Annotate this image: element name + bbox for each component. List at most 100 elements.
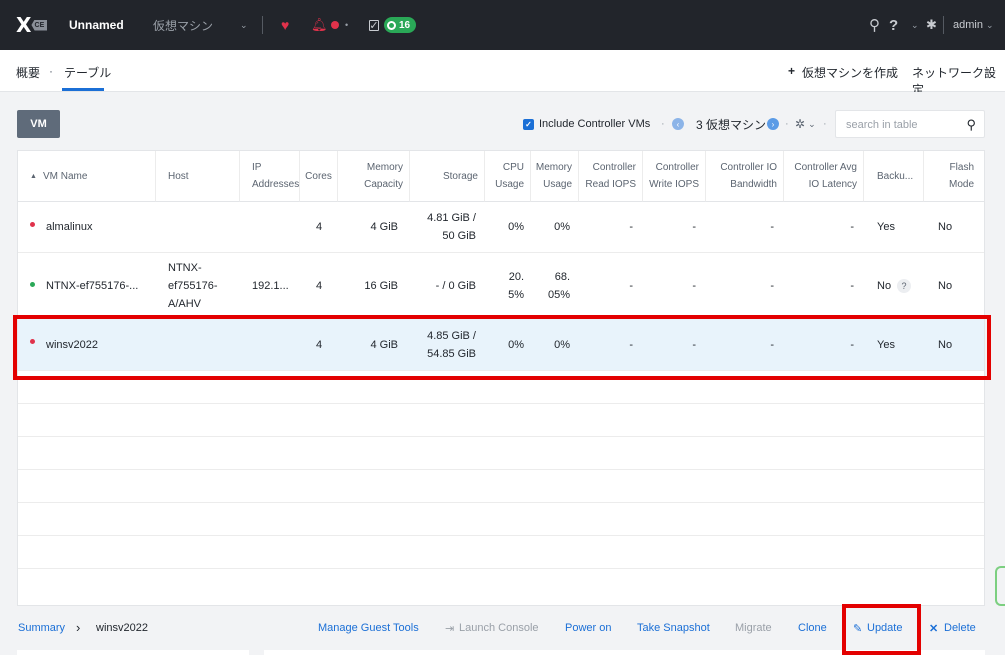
user-menu[interactable]: admin bbox=[953, 19, 983, 31]
io-latency-value: - bbox=[850, 338, 854, 351]
col-storage[interactable]: Storage bbox=[410, 151, 485, 202]
alert-bell-icon[interactable]: 🔔︎ bbox=[311, 17, 328, 33]
table-search-input[interactable]: search in table ⚲ bbox=[835, 110, 985, 138]
plus-icon[interactable]: + bbox=[788, 64, 795, 78]
tasks-icon[interactable]: ✓ bbox=[369, 19, 379, 32]
delete-button[interactable]: Delete bbox=[944, 622, 976, 634]
col-label: CPU bbox=[502, 162, 524, 173]
take-snapshot-button[interactable]: Take Snapshot bbox=[637, 622, 710, 634]
col-backup[interactable]: Backu... bbox=[864, 151, 924, 202]
empty-row bbox=[18, 404, 984, 437]
col-io-latency[interactable]: Controller Avg IO Latency bbox=[784, 151, 864, 202]
col-vm-name[interactable]: ▲ VM Name bbox=[18, 151, 156, 202]
tab-separator: · bbox=[49, 64, 53, 78]
col-label: Usage bbox=[495, 179, 524, 190]
col-label: Memory bbox=[366, 162, 403, 173]
col-ip[interactable]: IP Addresses bbox=[240, 151, 300, 202]
divider bbox=[262, 16, 263, 34]
next-page-icon[interactable]: › bbox=[767, 118, 779, 130]
console-icon: ⇥ bbox=[445, 623, 455, 635]
storage-value: 50 GiB bbox=[442, 230, 476, 242]
col-label: Memory bbox=[535, 162, 572, 173]
chevron-down-icon[interactable]: ⌄ bbox=[240, 20, 248, 31]
table-row-selected[interactable]: winsv2022 4 4 GiB 4.85 GiB / 54.85 GiB 0%… bbox=[18, 319, 984, 371]
col-label: Read IOPS bbox=[585, 179, 636, 190]
io-latency-value: - bbox=[850, 221, 854, 233]
table-row[interactable]: almalinux 4 4 GiB 4.81 GiB / 50 GiB 0% 0%… bbox=[18, 202, 984, 253]
table-row[interactable]: NTNX-ef755176-... NTNX-ef755176- A/AHV 19… bbox=[18, 253, 984, 319]
col-label: Backu... bbox=[877, 170, 914, 182]
col-label: Host bbox=[168, 170, 189, 182]
pencil-icon: ✎ bbox=[853, 623, 863, 635]
tab-table[interactable]: テーブル bbox=[64, 64, 111, 81]
col-label: Bandwidth bbox=[730, 179, 777, 190]
col-flash-mode[interactable]: Flash Mode bbox=[924, 151, 984, 202]
help-question-icon[interactable]: ? bbox=[897, 278, 912, 293]
tasks-badge[interactable]: 16 bbox=[384, 17, 417, 33]
cpu-usage-value: 20. bbox=[508, 270, 524, 283]
alert-dropdown-icon[interactable]: • bbox=[345, 20, 348, 30]
read-iops-value: - bbox=[629, 221, 633, 233]
migrate-button[interactable]: Migrate bbox=[735, 622, 772, 634]
health-heart-icon[interactable]: ♥ bbox=[281, 17, 289, 33]
gear-icon[interactable]: ✱ bbox=[926, 17, 937, 33]
host-value[interactable]: NTNX- bbox=[168, 259, 218, 277]
help-chevron-icon[interactable]: ⌄ bbox=[911, 20, 919, 31]
help-icon[interactable]: ? bbox=[889, 17, 898, 34]
col-label: Addresses bbox=[252, 179, 300, 190]
table-settings-icon[interactable]: ✲ bbox=[795, 117, 805, 131]
host-value[interactable]: ef755176- bbox=[168, 277, 218, 295]
active-tab-indicator bbox=[62, 88, 104, 91]
create-vm-link[interactable]: 仮想マシンを作成 bbox=[802, 64, 898, 81]
col-label: Controller bbox=[592, 162, 636, 173]
cpu-usage-value: 0% bbox=[508, 221, 524, 233]
vm-name[interactable]: NTNX-ef755176-... bbox=[46, 253, 138, 318]
col-io-bandwidth[interactable]: Controller IO Bandwidth bbox=[706, 151, 784, 202]
host-value[interactable]: A/AHV bbox=[168, 295, 218, 313]
memory-value: 16 GiB bbox=[364, 279, 398, 292]
storage-value: 4.81 GiB / bbox=[427, 212, 476, 224]
update-button[interactable]: Update bbox=[867, 622, 902, 634]
vm-name[interactable]: winsv2022 bbox=[46, 319, 98, 370]
settings-chevron-icon[interactable]: ⌄ bbox=[808, 119, 816, 130]
clone-button[interactable]: Clone bbox=[798, 622, 827, 634]
nav-menu-dropdown[interactable]: 仮想マシン bbox=[153, 17, 213, 34]
close-icon: ✕ bbox=[929, 623, 939, 635]
vm-name[interactable]: almalinux bbox=[46, 202, 92, 252]
include-controller-checkbox[interactable]: ✓ Include Controller VMs bbox=[523, 110, 650, 138]
col-read-iops[interactable]: Controller Read IOPS bbox=[579, 151, 643, 202]
manage-guest-tools-button[interactable]: Manage Guest Tools bbox=[318, 622, 419, 634]
col-cpu-usage[interactable]: CPU Usage bbox=[485, 151, 531, 202]
prev-page-icon[interactable]: ‹ bbox=[672, 118, 684, 130]
col-label: IO Latency bbox=[808, 179, 857, 190]
flash-mode-value: No bbox=[938, 279, 953, 292]
launch-console-button[interactable]: Launch Console bbox=[459, 622, 539, 634]
write-iops-value: - bbox=[692, 338, 696, 351]
col-write-iops[interactable]: Controller Write IOPS bbox=[643, 151, 706, 202]
write-iops-value: - bbox=[692, 221, 696, 233]
col-cores[interactable]: Cores bbox=[300, 151, 338, 202]
dot-separator: · bbox=[823, 118, 827, 130]
search-icon[interactable]: ⚲ bbox=[966, 117, 976, 133]
col-label: Usage bbox=[543, 179, 572, 190]
view-header: 概要 · テーブル + 仮想マシンを作成 ネットワーク設定 bbox=[0, 50, 1005, 97]
empty-row bbox=[18, 371, 984, 404]
feedback-tab[interactable] bbox=[995, 566, 1005, 606]
tab-overview[interactable]: 概要 bbox=[16, 64, 40, 81]
empty-row bbox=[18, 536, 984, 569]
cluster-name[interactable]: Unnamed bbox=[69, 18, 124, 32]
search-icon[interactable]: ⚲ bbox=[869, 16, 880, 34]
power-on-button[interactable]: Power on bbox=[565, 622, 611, 634]
col-memory-usage[interactable]: Memory Usage bbox=[531, 151, 579, 202]
user-chevron-icon[interactable]: ⌄ bbox=[986, 20, 994, 31]
vm-button[interactable]: VM bbox=[17, 110, 60, 138]
dot-separator: · bbox=[785, 118, 789, 130]
breadcrumb-summary[interactable]: Summary bbox=[18, 622, 65, 634]
empty-row bbox=[18, 503, 984, 536]
nutanix-logo[interactable]: X CE bbox=[16, 0, 48, 50]
memory-value: 4 GiB bbox=[370, 338, 398, 351]
ip-value: 192.1... bbox=[252, 279, 289, 292]
col-host[interactable]: Host bbox=[156, 151, 240, 202]
col-label: Flash bbox=[949, 162, 974, 173]
col-memory-capacity[interactable]: Memory Capacity bbox=[338, 151, 410, 202]
